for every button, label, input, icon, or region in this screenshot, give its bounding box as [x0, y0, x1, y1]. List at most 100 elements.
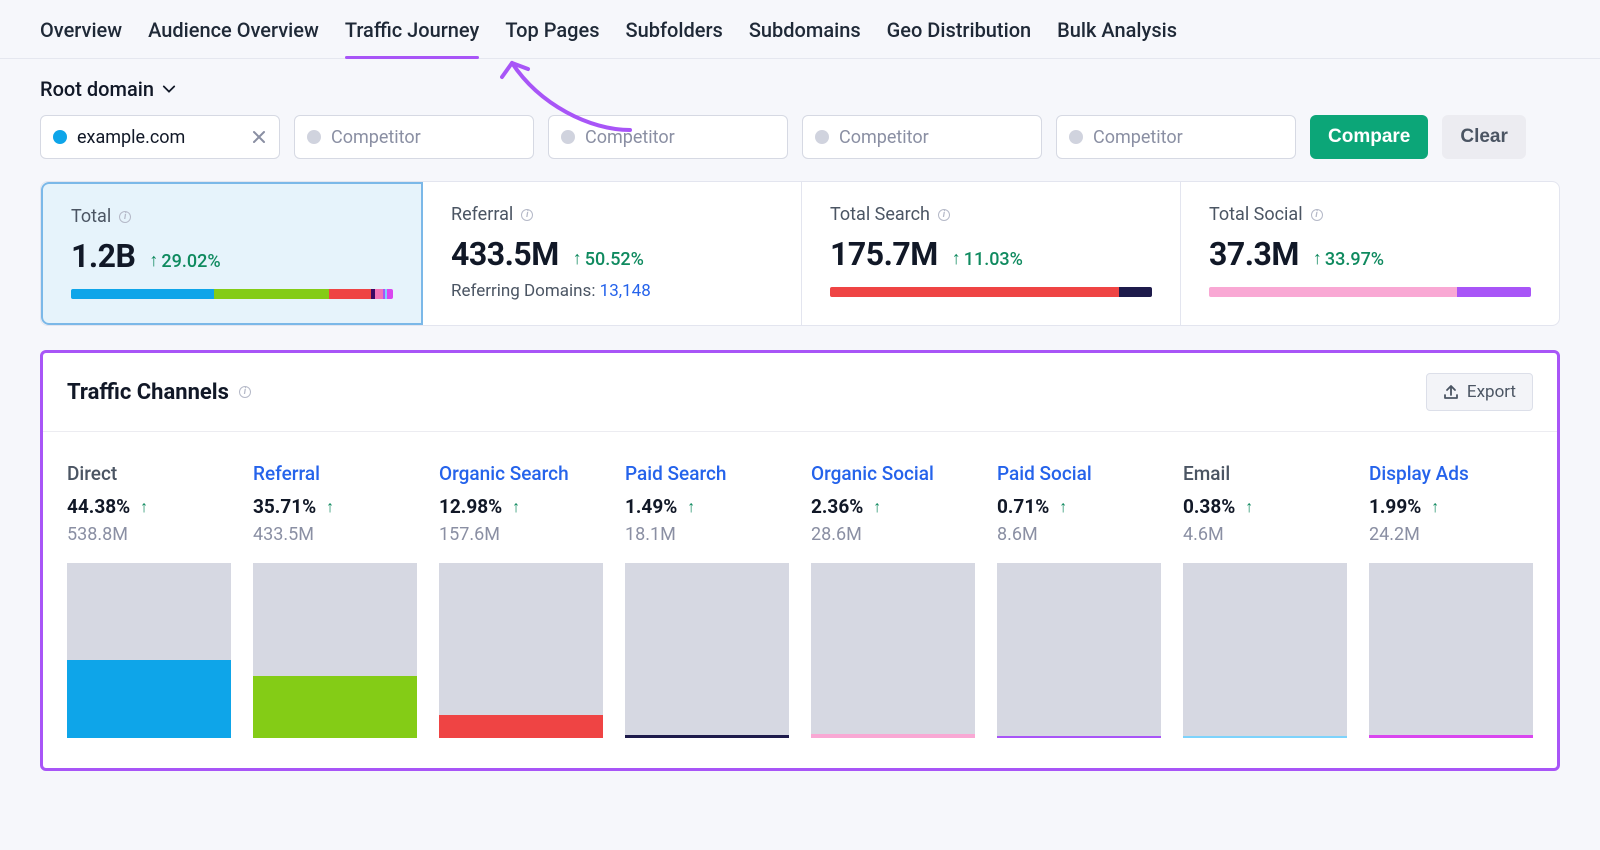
competitor-placeholder: Competitor [1093, 127, 1183, 148]
info-icon[interactable]: i [119, 211, 131, 223]
channel-bar [253, 563, 417, 738]
channel-absolute: 538.8M [67, 524, 231, 545]
channel-bar [439, 563, 603, 738]
card-label: Total Search i [830, 204, 1152, 225]
channel-bar [997, 563, 1161, 738]
card-label: Referral i [451, 204, 773, 225]
tab-subfolders[interactable]: Subfolders [625, 18, 722, 58]
domain-scope-selector[interactable]: Root domain [40, 77, 176, 101]
channel-absolute: 433.5M [253, 524, 417, 545]
traffic-channels-panel: Traffic Channels i Export Direct44.38%↑5… [40, 350, 1560, 771]
trend-up-icon: ↑ [1431, 497, 1439, 517]
channel-bar-fill [625, 735, 789, 738]
tab-traffic-journey[interactable]: Traffic Journey [345, 18, 479, 58]
channel-percent: 44.38% [67, 495, 130, 518]
competitor-placeholder: Competitor [331, 127, 421, 148]
card-label: Total Social i [1209, 204, 1531, 225]
domain-color-dot [1069, 130, 1083, 144]
tab-bulk-analysis[interactable]: Bulk Analysis [1057, 18, 1177, 58]
chevron-down-icon [162, 82, 176, 96]
card-stackbar [1209, 287, 1531, 297]
tab-overview[interactable]: Overview [40, 18, 122, 58]
channel-name[interactable]: Referral [253, 462, 417, 485]
channel-bar-fill [253, 676, 417, 738]
channel-bar-fill [67, 660, 231, 738]
domain-color-dot [307, 130, 321, 144]
trend-up-icon: ↑ [687, 497, 695, 517]
channel-name[interactable]: Organic Social [811, 462, 975, 485]
card-stackbar [830, 287, 1152, 297]
competitor-input-3[interactable]: Competitor [802, 115, 1042, 159]
card-label: Total i [71, 206, 393, 227]
channel-absolute: 18.1M [625, 524, 789, 545]
channel-paid-social: Paid Social0.71%↑8.6M [997, 462, 1161, 738]
channel-display-ads: Display Ads1.99%↑24.2M [1369, 462, 1533, 738]
channel-bar [811, 563, 975, 738]
tab-top-pages[interactable]: Top Pages [505, 18, 599, 58]
channel-paid-search: Paid Search 1.49% ↑ 18.1M [625, 462, 789, 738]
competitor-input-2[interactable]: Competitor [548, 115, 788, 159]
channel-absolute: 157.6M [439, 524, 603, 545]
channel-organic-search: Organic Search 12.98% ↑ 157.6M [439, 462, 603, 738]
card-value: 433.5M [451, 235, 559, 273]
competitor-placeholder: Competitor [585, 127, 675, 148]
card-value: 37.3M [1209, 235, 1299, 273]
channel-name[interactable]: Paid Search [625, 462, 789, 485]
tab-geo-distribution[interactable]: Geo Distribution [887, 18, 1032, 58]
card-stackbar [71, 289, 393, 299]
channel-percent: 1.49% [625, 495, 677, 518]
channel-referral: Referral35.71%↑433.5M [253, 462, 417, 738]
domain-value: example.com [77, 127, 185, 148]
domain-color-dot [815, 130, 829, 144]
channel-email: Email0.38%↑4.6M [1183, 462, 1347, 738]
export-icon [1443, 384, 1459, 400]
info-icon[interactable]: i [521, 209, 533, 221]
channel-bar-fill [439, 715, 603, 738]
summary-card-total[interactable]: Total i 1.2B ↑29.02% [41, 182, 423, 325]
tab-audience-overview[interactable]: Audience Overview [148, 18, 319, 58]
channel-percent: 2.36% [811, 495, 863, 518]
clear-button[interactable]: Clear [1442, 115, 1526, 159]
summary-card-total-search[interactable]: Total Search i175.7M↑11.03% [802, 182, 1181, 325]
card-delta: ↑33.97% [1313, 249, 1384, 270]
channel-absolute: 28.6M [811, 524, 975, 545]
referring-domains-link[interactable]: 13,148 [600, 281, 651, 301]
channel-percent: 12.98% [439, 495, 502, 518]
summary-card-referral[interactable]: Referral i433.5M↑50.52%Referring Domains… [423, 182, 802, 325]
card-value: 1.2B [71, 237, 135, 275]
trend-up-icon: ↑ [512, 497, 520, 517]
summary-card-total-social[interactable]: Total Social i 37.3M ↑33.97% [1181, 182, 1559, 325]
competitor-input-1[interactable]: Competitor [294, 115, 534, 159]
competitor-placeholder: Competitor [839, 127, 929, 148]
trend-up-icon: ↑ [326, 497, 334, 517]
panel-title-text: Traffic Channels [67, 380, 229, 405]
panel-title: Traffic Channels i [67, 380, 251, 405]
tab-subdomains[interactable]: Subdomains [749, 18, 861, 58]
channel-name[interactable]: Paid Social [997, 462, 1161, 485]
channel-bar [625, 563, 789, 738]
trend-up-icon: ↑ [873, 497, 881, 517]
channel-organic-social: Organic Social 2.36% ↑ 28.6M [811, 462, 975, 738]
competitor-input-4[interactable]: Competitor [1056, 115, 1296, 159]
info-icon[interactable]: i [1311, 209, 1323, 221]
channel-name[interactable]: Display Ads [1369, 462, 1533, 485]
close-icon[interactable] [251, 129, 267, 145]
channel-absolute: 8.6M [997, 524, 1161, 545]
domain-color-dot [53, 130, 67, 144]
export-label: Export [1467, 382, 1516, 402]
info-icon[interactable]: i [239, 386, 251, 398]
export-button[interactable]: Export [1426, 373, 1533, 411]
domain-scope-label: Root domain [40, 77, 154, 101]
channel-name: Email [1183, 462, 1347, 485]
card-delta: ↑11.03% [952, 249, 1023, 270]
channel-bar-fill [1183, 736, 1347, 738]
info-icon[interactable]: i [938, 209, 950, 221]
trend-up-icon: ↑ [1245, 497, 1253, 517]
compare-button[interactable]: Compare [1310, 115, 1428, 159]
channel-name[interactable]: Organic Search [439, 462, 603, 485]
tabs-bar: Overview Audience Overview Traffic Journey… [0, 0, 1600, 59]
domain-input-main[interactable]: example.com [40, 115, 280, 159]
channel-bar-fill [1369, 735, 1533, 738]
card-delta: ↑50.52% [573, 249, 644, 270]
card-delta: ↑29.02% [149, 251, 220, 272]
